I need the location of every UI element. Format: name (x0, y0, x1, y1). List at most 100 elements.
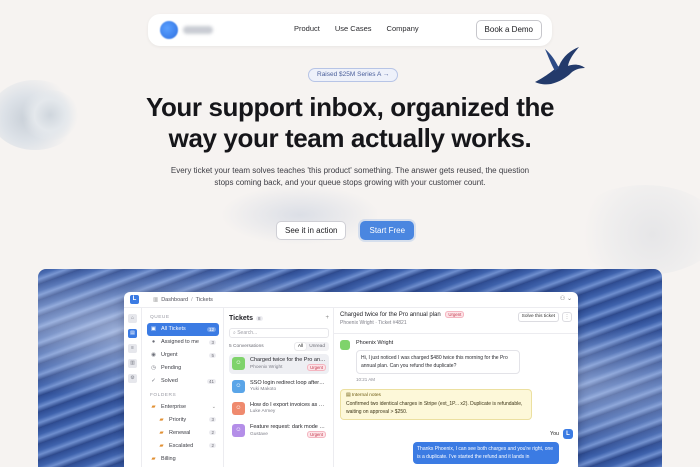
avatar: ☺ (232, 402, 245, 415)
conversation-count: 5 Conversations (229, 344, 264, 349)
book-icon[interactable]: ≡ (128, 344, 137, 353)
icon-rail: ⌂ ▤ ≡ ▥ ⚙ (124, 308, 142, 467)
avatar: ☺ (232, 357, 245, 370)
filter-toggle: All Unread (293, 342, 329, 351)
queue-item-urgent[interactable]: ◉ Urgent 5 (147, 349, 219, 362)
customer-message: Phoenix Wright Hi, I just noticed I was … (340, 340, 572, 382)
logo-mark-icon (160, 21, 178, 39)
avatar: ☺ (232, 380, 245, 393)
queue-item-count: 5 (209, 352, 216, 358)
ticket-list-item[interactable]: ☺ Feature request: dark mode fo... Gusta… (229, 421, 329, 441)
folder-group-enterprise[interactable]: ▰ Enterprise ⌄ (147, 401, 219, 414)
urgent-badge: Urgent (307, 364, 326, 371)
user-menu-icon[interactable]: ⚇ ⌄ (560, 295, 572, 302)
clock-icon: ◷ (151, 365, 156, 372)
folder-icon: ▰ (151, 455, 156, 462)
conversation-subject: Charged twice for the Pro annual plan (340, 312, 441, 318)
folder-label: Priority (169, 416, 187, 423)
person-icon: ● (151, 339, 156, 346)
funding-badge[interactable]: Raised $25M Series A → (308, 68, 399, 82)
ticket-list-title: Tickets (229, 314, 253, 322)
urgent-badge: Urgent (445, 311, 465, 318)
search-placeholder: Search... (237, 330, 258, 336)
folder-item-renewal[interactable]: ▰ Renewal 2 (147, 427, 219, 440)
nav-link-company[interactable]: Company (387, 24, 419, 33)
settings-icon[interactable]: ⚙ (128, 374, 137, 383)
home-icon[interactable]: ⌂ (128, 314, 137, 323)
queue-item-label: Solved (161, 378, 178, 385)
queue-heading: QUEUE (150, 315, 170, 320)
inbox-icon[interactable]: ▤ (128, 329, 137, 338)
sidebar-toggle-icon[interactable]: ▥ (153, 297, 158, 303)
queue-sidebar: QUEUE ▣ All Tickets 12 ● Assigned to me … (142, 308, 224, 467)
queue-item-count: 41 (206, 378, 216, 384)
top-nav: Product Use Cases Company Book a Demo (148, 14, 552, 46)
breadcrumb-separator: / (191, 296, 193, 303)
queue-item-label: Assigned to me (161, 339, 199, 346)
hero-cta-row: See it in action Start Free (276, 221, 415, 240)
filter-unread[interactable]: Unread (306, 343, 328, 350)
chevron-down-icon[interactable]: ⌄ (212, 404, 216, 410)
queue-item-count: 3 (209, 339, 216, 345)
folder-label: Escalated (169, 442, 194, 449)
urgent-badge: Urgent (307, 431, 326, 438)
agent-reply-bubble: Thanks Phoenix, I can see both charges a… (413, 442, 559, 464)
folders-heading: FOLDERS (150, 392, 177, 398)
note-text: Confirmed two identical charges in Strip… (346, 401, 523, 415)
ticket-subject: How do I export invoices as CS... (250, 402, 326, 408)
agent-label: You (550, 431, 559, 437)
hero-title-line-2: way your team actually works. (168, 123, 532, 153)
queue-item-all-tickets[interactable]: ▣ All Tickets 12 (147, 323, 219, 336)
queue-item-assigned[interactable]: ● Assigned to me 3 (147, 336, 219, 349)
nav-link-product[interactable]: Product (294, 24, 320, 33)
folder-count: 3 (209, 417, 216, 423)
ticket-subject: Charged twice for the Pro annu... (250, 357, 326, 363)
avatar: ☺ (232, 424, 245, 437)
ticket-list-item[interactable]: ☺ How do I export invoices as CS... Luke… (229, 399, 329, 418)
brand-logo[interactable] (160, 21, 213, 39)
folder-item-escalated[interactable]: ▰ Escalated 2 (147, 440, 219, 453)
alert-icon: ◉ (151, 352, 156, 359)
breadcrumb-tickets: Tickets (195, 296, 213, 303)
see-in-action-button[interactable]: See it in action (276, 221, 347, 240)
folder-count: 2 (209, 443, 216, 449)
bird-illustration (535, 47, 585, 85)
hero-title-line-1: Your support inbox, organized the (145, 92, 555, 122)
book-demo-button[interactable]: Book a Demo (475, 20, 542, 40)
inbox-icon: ▣ (150, 326, 157, 333)
app-logo-icon: L (130, 295, 139, 304)
ticket-list-item[interactable]: ☺ Charged twice for the Pro annu... Phoe… (229, 354, 329, 374)
nav-links: Product Use Cases Company (294, 24, 419, 33)
folder-count: 2 (209, 430, 216, 436)
queue-item-label: Urgent (161, 352, 178, 359)
folder-item-priority[interactable]: ▰ Priority 3 (147, 414, 219, 427)
queue-item-label: All Tickets (161, 326, 186, 333)
breadcrumb-dashboard[interactable]: Dashboard (161, 297, 188, 303)
avatar (340, 340, 350, 350)
chart-icon[interactable]: ▥ (128, 359, 137, 368)
filter-all[interactable]: All (294, 343, 307, 350)
queue-item-pending[interactable]: ◷ Pending (147, 362, 219, 375)
agent-avatar: L (563, 429, 573, 439)
product-preview-frame: L ▥ Dashboard / Tickets ⚇ ⌄ ⌂ ▤ ≡ ▥ ⚙ QU… (38, 269, 662, 467)
solve-ticket-button[interactable]: Solve this ticket (517, 312, 559, 322)
message-author: Phoenix Wright (356, 340, 394, 346)
add-ticket-icon[interactable]: + (325, 315, 329, 321)
queue-item-label: Pending (161, 365, 182, 372)
folder-icon: ▰ (151, 403, 156, 410)
ticket-list-item[interactable]: ☺ SSO login redirect loop after S... Yuk… (229, 377, 329, 396)
folder-group-billing[interactable]: ▰ Billing (147, 453, 219, 466)
ticket-customer: Phoenix Wright (250, 365, 283, 370)
conversation-header: Charged twice for the Pro annual plan Ur… (334, 311, 578, 334)
start-free-button[interactable]: Start Free (360, 221, 415, 240)
ticket-list-count: 8 (256, 315, 263, 321)
message-bubble: Hi, I just noticed I was charged $480 tw… (356, 350, 520, 374)
nav-link-use-cases[interactable]: Use Cases (335, 24, 372, 33)
note-heading: Internal notes (351, 393, 381, 398)
ticket-search-input[interactable]: ⌕ Search... (229, 328, 329, 338)
ticket-subject: SSO login redirect loop after S... (250, 380, 326, 386)
more-options-icon[interactable]: ⋮ (562, 312, 572, 322)
queue-item-solved[interactable]: ✓ Solved 41 (147, 375, 219, 388)
ticket-list-panel: Tickets 8 + ⌕ Search... 5 Conversations … (224, 308, 334, 467)
ticket-customer: Yuki Makoto (250, 387, 277, 392)
